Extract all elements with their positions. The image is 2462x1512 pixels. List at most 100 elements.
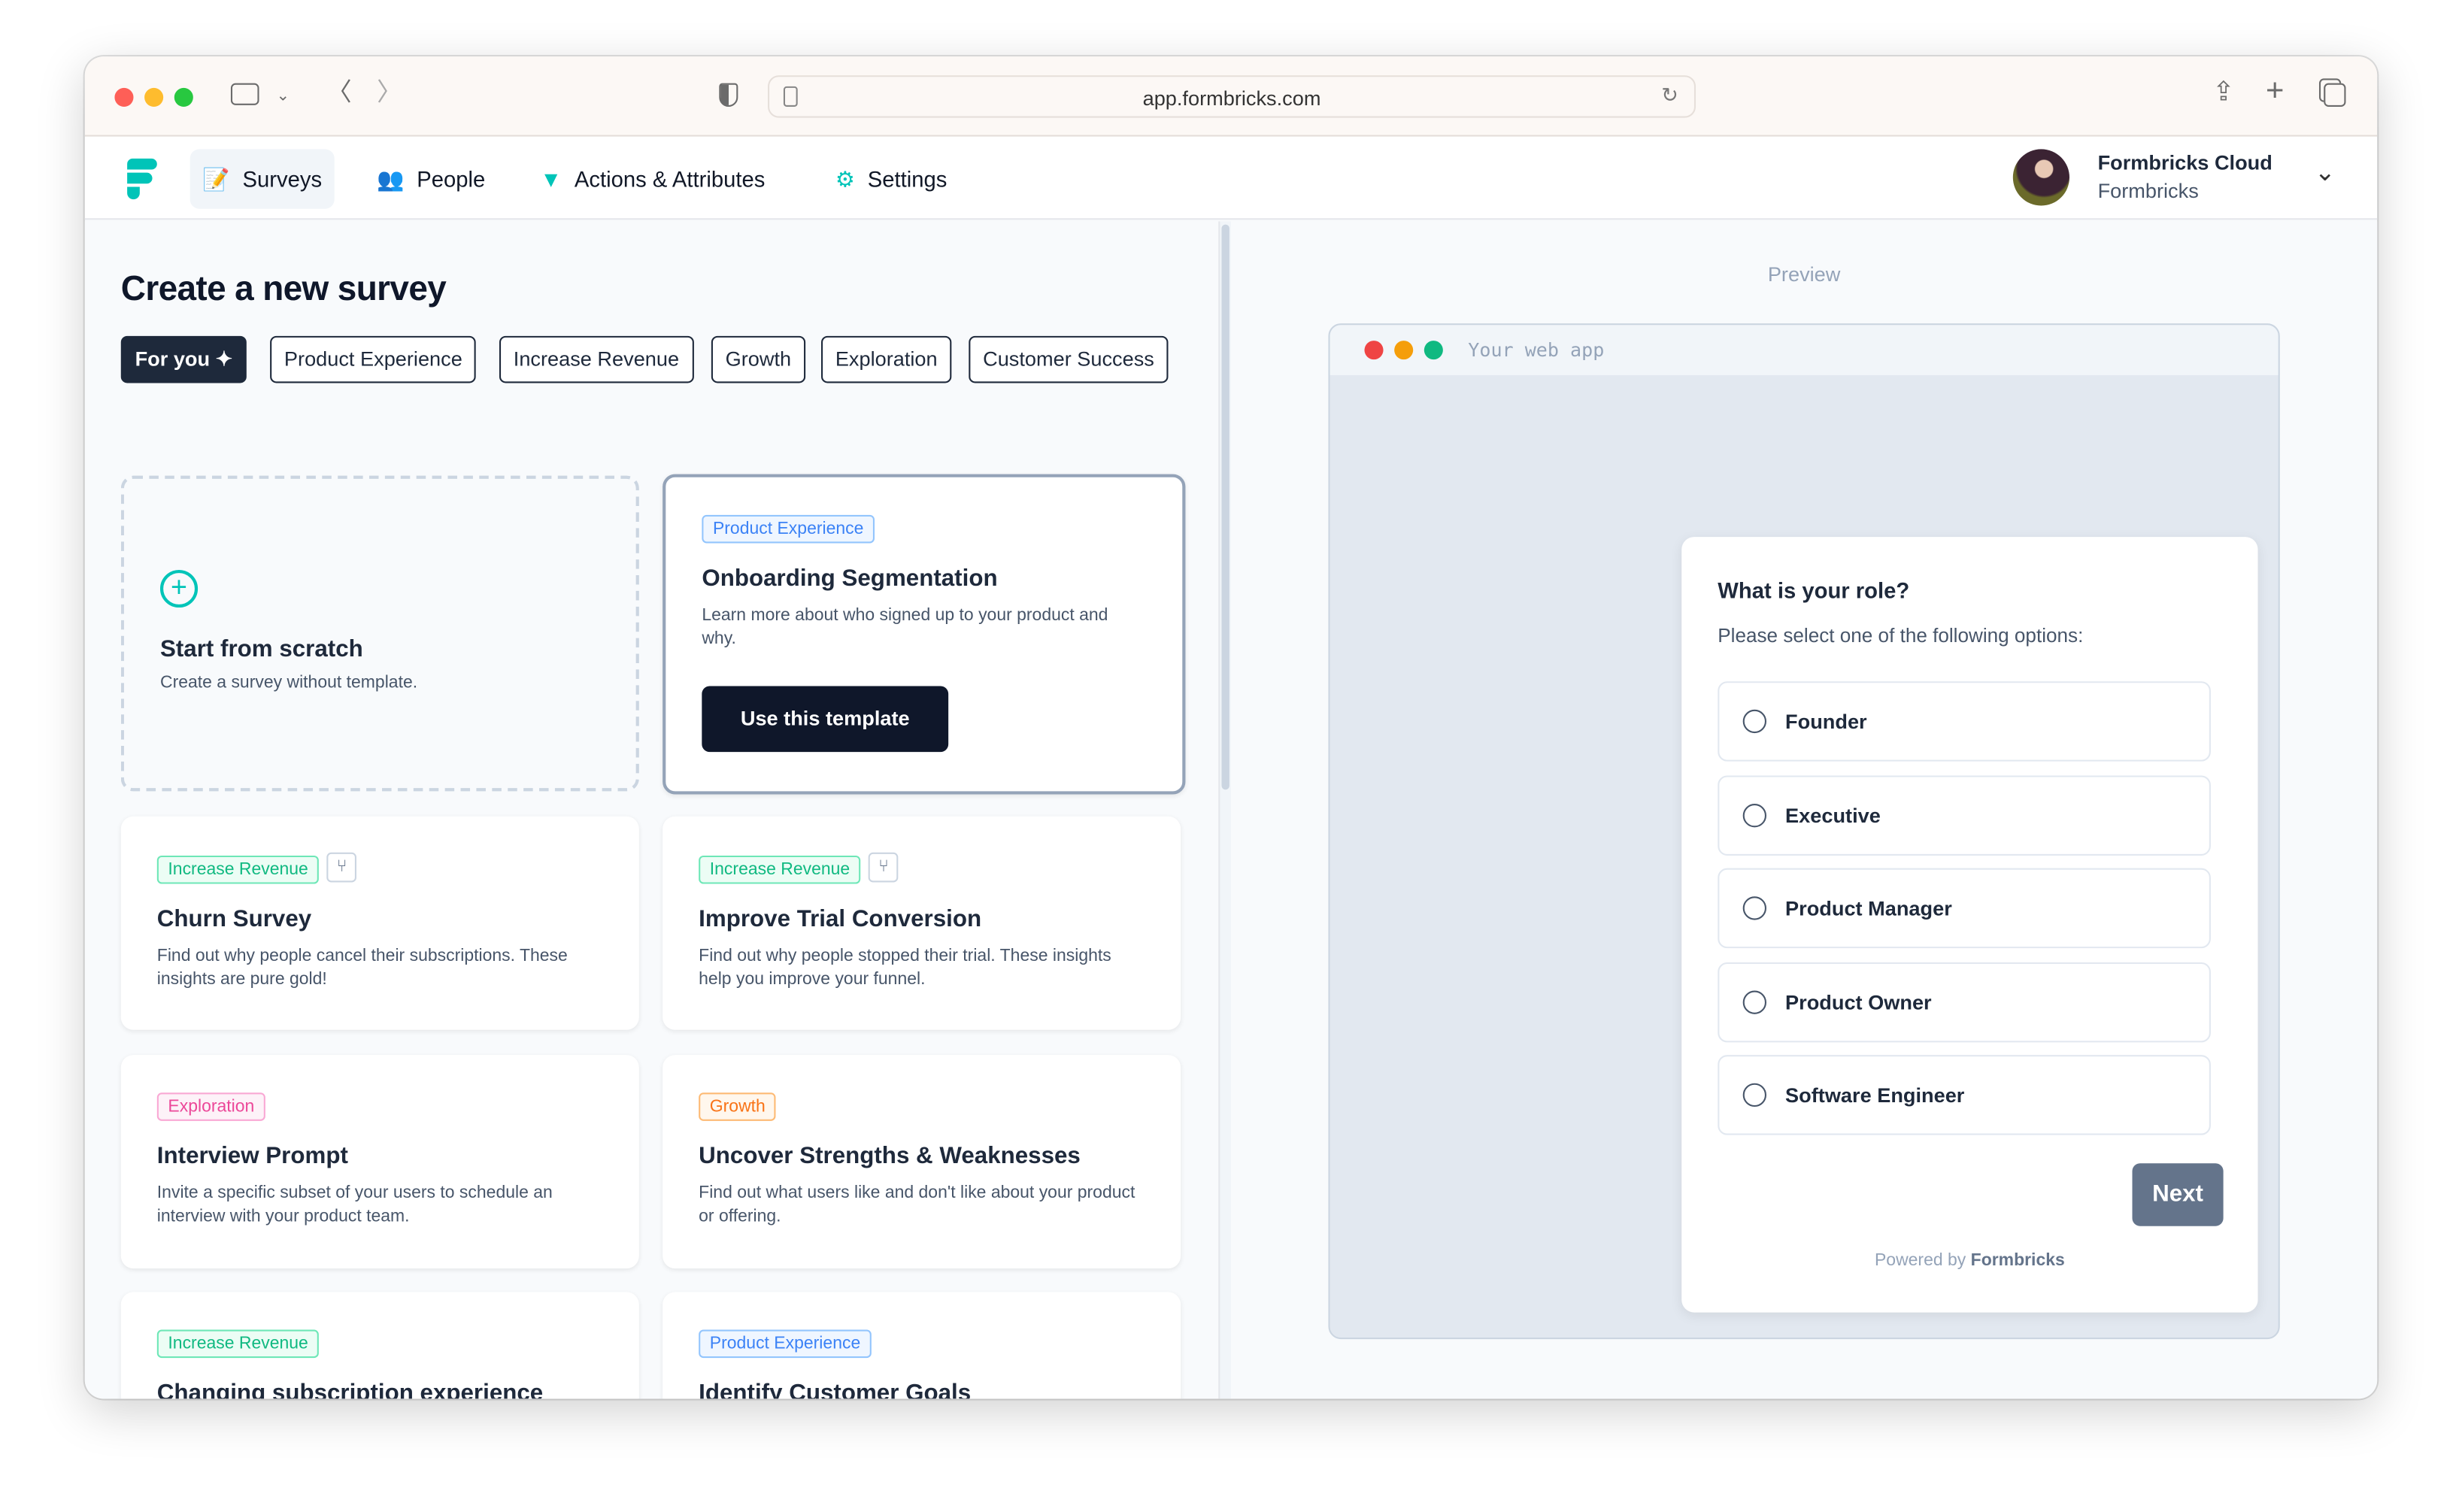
nav-people[interactable]: 👥 People bbox=[364, 149, 498, 208]
card-title: Onboarding Segmentation bbox=[702, 565, 998, 592]
forward-icon[interactable]: 〉 bbox=[377, 81, 402, 107]
green-dot bbox=[1424, 341, 1443, 360]
tab-for-you[interactable]: For you ✦ bbox=[120, 335, 247, 383]
category-badge: Growth bbox=[699, 1092, 777, 1121]
new-tab-icon[interactable]: + bbox=[2266, 75, 2284, 107]
powered-brand: Formbricks bbox=[1970, 1251, 2065, 1271]
app-label: Your web app bbox=[1468, 339, 1605, 362]
back-icon[interactable]: 〈 bbox=[326, 81, 351, 107]
radio-button[interactable] bbox=[1742, 709, 1766, 734]
nav-surveys[interactable]: 📝 Surveys bbox=[190, 149, 335, 209]
top-nav: 📝 Surveys 👥 People ▼ Actions & Attributes ⚙… bbox=[84, 136, 2378, 220]
tab-exploration[interactable]: Exploration bbox=[821, 335, 952, 383]
tab-product-experience[interactable]: Product Experience bbox=[270, 335, 477, 383]
radio-button[interactable] bbox=[1742, 989, 1766, 1014]
browser-toolbar: ⌄ 〈 〉 app.formbricks.com ↻ ⇪ + bbox=[84, 56, 2378, 137]
reader-icon[interactable] bbox=[783, 86, 798, 107]
card-title: Start from scratch bbox=[159, 635, 363, 663]
tab-increase-revenue[interactable]: Increase Revenue bbox=[499, 335, 693, 383]
tab-customer-success[interactable]: Customer Success bbox=[969, 335, 1169, 383]
nav-actions-attributes[interactable]: ▼ Actions & Attributes bbox=[528, 149, 778, 208]
card-description: Find out what users like and don't like … bbox=[699, 1183, 1135, 1226]
chevron-down-icon[interactable]: ⌄ bbox=[276, 85, 290, 110]
avatar[interactable] bbox=[2012, 149, 2069, 206]
template-panel: Create a new survey For you ✦ Product Ex… bbox=[84, 221, 1219, 1399]
card-description: Find out why people cancel their subscri… bbox=[156, 946, 568, 989]
address-bar[interactable]: app.formbricks.com ↻ bbox=[768, 75, 1696, 118]
choice-label: Executive bbox=[1785, 803, 1881, 827]
category-badge: Increase Revenue bbox=[156, 855, 320, 883]
nav-label: Surveys bbox=[242, 166, 323, 192]
nav-settings[interactable]: ⚙ Settings bbox=[823, 149, 960, 208]
template-card[interactable]: Growth Uncover Strengths & Weaknesses Fi… bbox=[662, 1055, 1181, 1269]
branching-logic-icon: ⑂ bbox=[326, 852, 357, 883]
yellow-dot bbox=[1394, 341, 1414, 360]
choice-option[interactable]: Software Engineer bbox=[1718, 1055, 2211, 1135]
branching-logic-icon: ⑂ bbox=[869, 852, 899, 883]
preview-panel: Preview Your web app What is your role? … bbox=[1230, 221, 2378, 1399]
people-icon: 👥 bbox=[377, 165, 405, 191]
sidebar-toggle-icon[interactable] bbox=[230, 83, 259, 105]
scrollbar[interactable] bbox=[1218, 221, 1231, 1399]
category-badge: Product Experience bbox=[699, 1329, 872, 1359]
card-title: Churn Survey bbox=[156, 905, 312, 932]
template-card[interactable]: Increase Revenue Changing subscription e… bbox=[120, 1292, 639, 1399]
preview-frame: Your web app What is your role? Please s… bbox=[1328, 323, 2280, 1340]
red-dot bbox=[1364, 341, 1384, 360]
choice-label: Software Engineer bbox=[1785, 1083, 1965, 1107]
powered-by[interactable]: Powered by Formbricks bbox=[1681, 1251, 2257, 1270]
account-org[interactable]: Formbricks bbox=[2098, 179, 2199, 202]
card-description: Find out why people stopped their trial.… bbox=[699, 946, 1111, 989]
tab-label: For you bbox=[135, 347, 211, 371]
choice-label: Product Manager bbox=[1785, 896, 1952, 920]
card-title: Uncover Strengths & Weaknesses bbox=[699, 1143, 1081, 1170]
next-button[interactable]: Next bbox=[2132, 1163, 2224, 1226]
browser-window: ⌄ 〈 〉 app.formbricks.com ↻ ⇪ + 📝 Surveys … bbox=[84, 56, 2378, 1399]
survey-card: What is your role? Please select one of … bbox=[1681, 537, 2258, 1313]
question-headline: What is your role? bbox=[1718, 577, 1910, 603]
category-badge: Exploration bbox=[156, 1092, 265, 1121]
minimize-window-button[interactable] bbox=[144, 87, 164, 107]
sparkles-icon: ✦ bbox=[215, 347, 233, 371]
card-description: Learn more about who signed up to your p… bbox=[702, 605, 1108, 649]
page-title: Create a new survey bbox=[120, 268, 447, 308]
funnel-icon: ▼ bbox=[540, 166, 562, 192]
card-description: Invite a specific subset of your users t… bbox=[156, 1183, 553, 1226]
template-card[interactable]: Increase Revenue ⑂ Improve Trial Conversi… bbox=[662, 816, 1181, 1030]
reload-icon[interactable]: ↻ bbox=[1661, 83, 1678, 108]
template-card[interactable]: Exploration Interview Prompt Invite a sp… bbox=[120, 1055, 639, 1269]
choice-option[interactable]: Founder bbox=[1718, 681, 2211, 762]
category-badge: Product Experience bbox=[702, 514, 875, 544]
start-from-scratch-card[interactable]: + Start from scratch Create a survey wit… bbox=[120, 475, 639, 792]
close-window-button[interactable] bbox=[114, 87, 134, 107]
choice-option[interactable]: Product Owner bbox=[1718, 961, 2211, 1042]
chevron-down-icon[interactable]: ⌄ bbox=[2315, 157, 2336, 189]
choice-option[interactable]: Executive bbox=[1718, 774, 2211, 855]
card-description: Create a survey without template. bbox=[159, 673, 418, 692]
clipboard-icon: 📝 bbox=[202, 165, 230, 191]
maximize-window-button[interactable] bbox=[174, 87, 193, 107]
template-card-selected[interactable]: Product Experience Onboarding Segmentati… bbox=[662, 474, 1186, 795]
share-icon[interactable]: ⇪ bbox=[2212, 78, 2235, 105]
radio-button[interactable] bbox=[1742, 896, 1766, 920]
radio-button[interactable] bbox=[1742, 803, 1766, 827]
tab-growth[interactable]: Growth bbox=[711, 335, 805, 383]
choice-label: Product Owner bbox=[1785, 989, 1932, 1014]
category-badge: Increase Revenue bbox=[156, 1329, 320, 1359]
choice-option[interactable]: Product Manager bbox=[1718, 868, 2211, 949]
use-template-button[interactable]: Use this template bbox=[702, 686, 949, 753]
scrollbar-thumb[interactable] bbox=[1221, 224, 1229, 790]
nav-label: Settings bbox=[867, 166, 948, 192]
privacy-shield-icon[interactable] bbox=[719, 83, 738, 107]
plus-circle-icon: + bbox=[159, 569, 199, 608]
radio-button[interactable] bbox=[1742, 1083, 1766, 1107]
card-title: Changing subscription experience bbox=[156, 1380, 544, 1399]
template-card[interactable]: Increase Revenue ⑂ Churn Survey Find out … bbox=[120, 816, 639, 1030]
card-title: Identify Customer Goals bbox=[699, 1380, 972, 1399]
category-badge: Increase Revenue bbox=[699, 855, 861, 883]
formbricks-logo[interactable] bbox=[127, 158, 157, 200]
nav-label: People bbox=[417, 166, 486, 192]
tabs-overview-icon[interactable] bbox=[2324, 83, 2346, 107]
template-card[interactable]: Product Experience Identify Customer Goa… bbox=[662, 1292, 1181, 1399]
account-name[interactable]: Formbricks Cloud bbox=[2098, 150, 2272, 174]
